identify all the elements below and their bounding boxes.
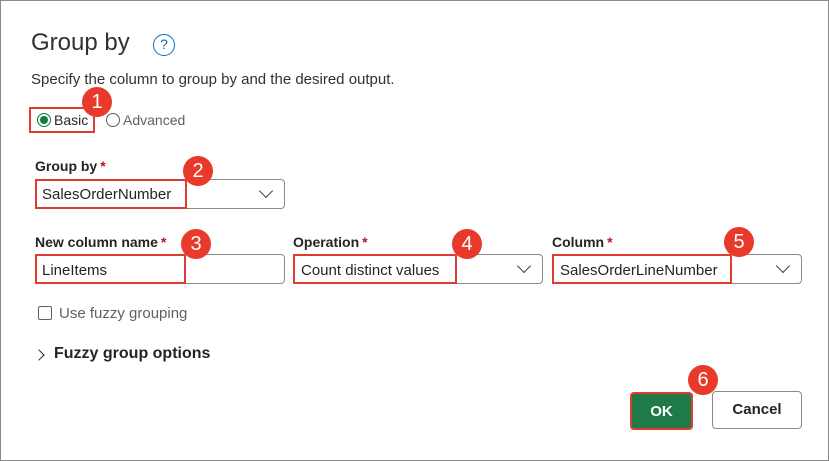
callout-2: 2 [183, 156, 213, 186]
fuzzy-grouping-checkbox[interactable] [38, 306, 52, 320]
group-by-label: Group by * [35, 158, 106, 174]
dialog-description: Specify the column to group by and the d… [31, 71, 395, 88]
question-circle-icon[interactable]: ? [153, 34, 175, 56]
group-by-highlight [35, 179, 187, 209]
dialog-title: Group by [31, 29, 130, 56]
cancel-button[interactable]: Cancel [712, 391, 802, 429]
callout-1: 1 [82, 87, 112, 117]
callout-4: 4 [452, 229, 482, 259]
operation-label: Operation * [293, 234, 368, 250]
new-column-name-label: New column name * [35, 234, 167, 250]
fuzzy-grouping-label[interactable]: Use fuzzy grouping [59, 305, 187, 322]
fuzzy-group-options-toggle[interactable]: Fuzzy group options [54, 345, 210, 363]
operation-highlight [293, 254, 457, 284]
column-highlight [552, 254, 732, 284]
callout-5: 5 [724, 227, 754, 257]
advanced-radio-button[interactable] [106, 113, 120, 127]
basic-radio-button[interactable] [37, 113, 51, 127]
advanced-radio-option[interactable]: Advanced [106, 112, 185, 128]
column-label: Column * [552, 234, 613, 250]
ok-button[interactable]: OK [630, 392, 693, 430]
callout-3: 3 [181, 229, 211, 259]
advanced-radio-label: Advanced [123, 112, 186, 128]
basic-radio-label: Basic [54, 112, 89, 128]
group-by-dialog: Group by ? Specify the column to group b… [0, 0, 829, 461]
chevron-right-icon[interactable] [33, 349, 45, 361]
new-column-name-highlight [35, 254, 186, 284]
